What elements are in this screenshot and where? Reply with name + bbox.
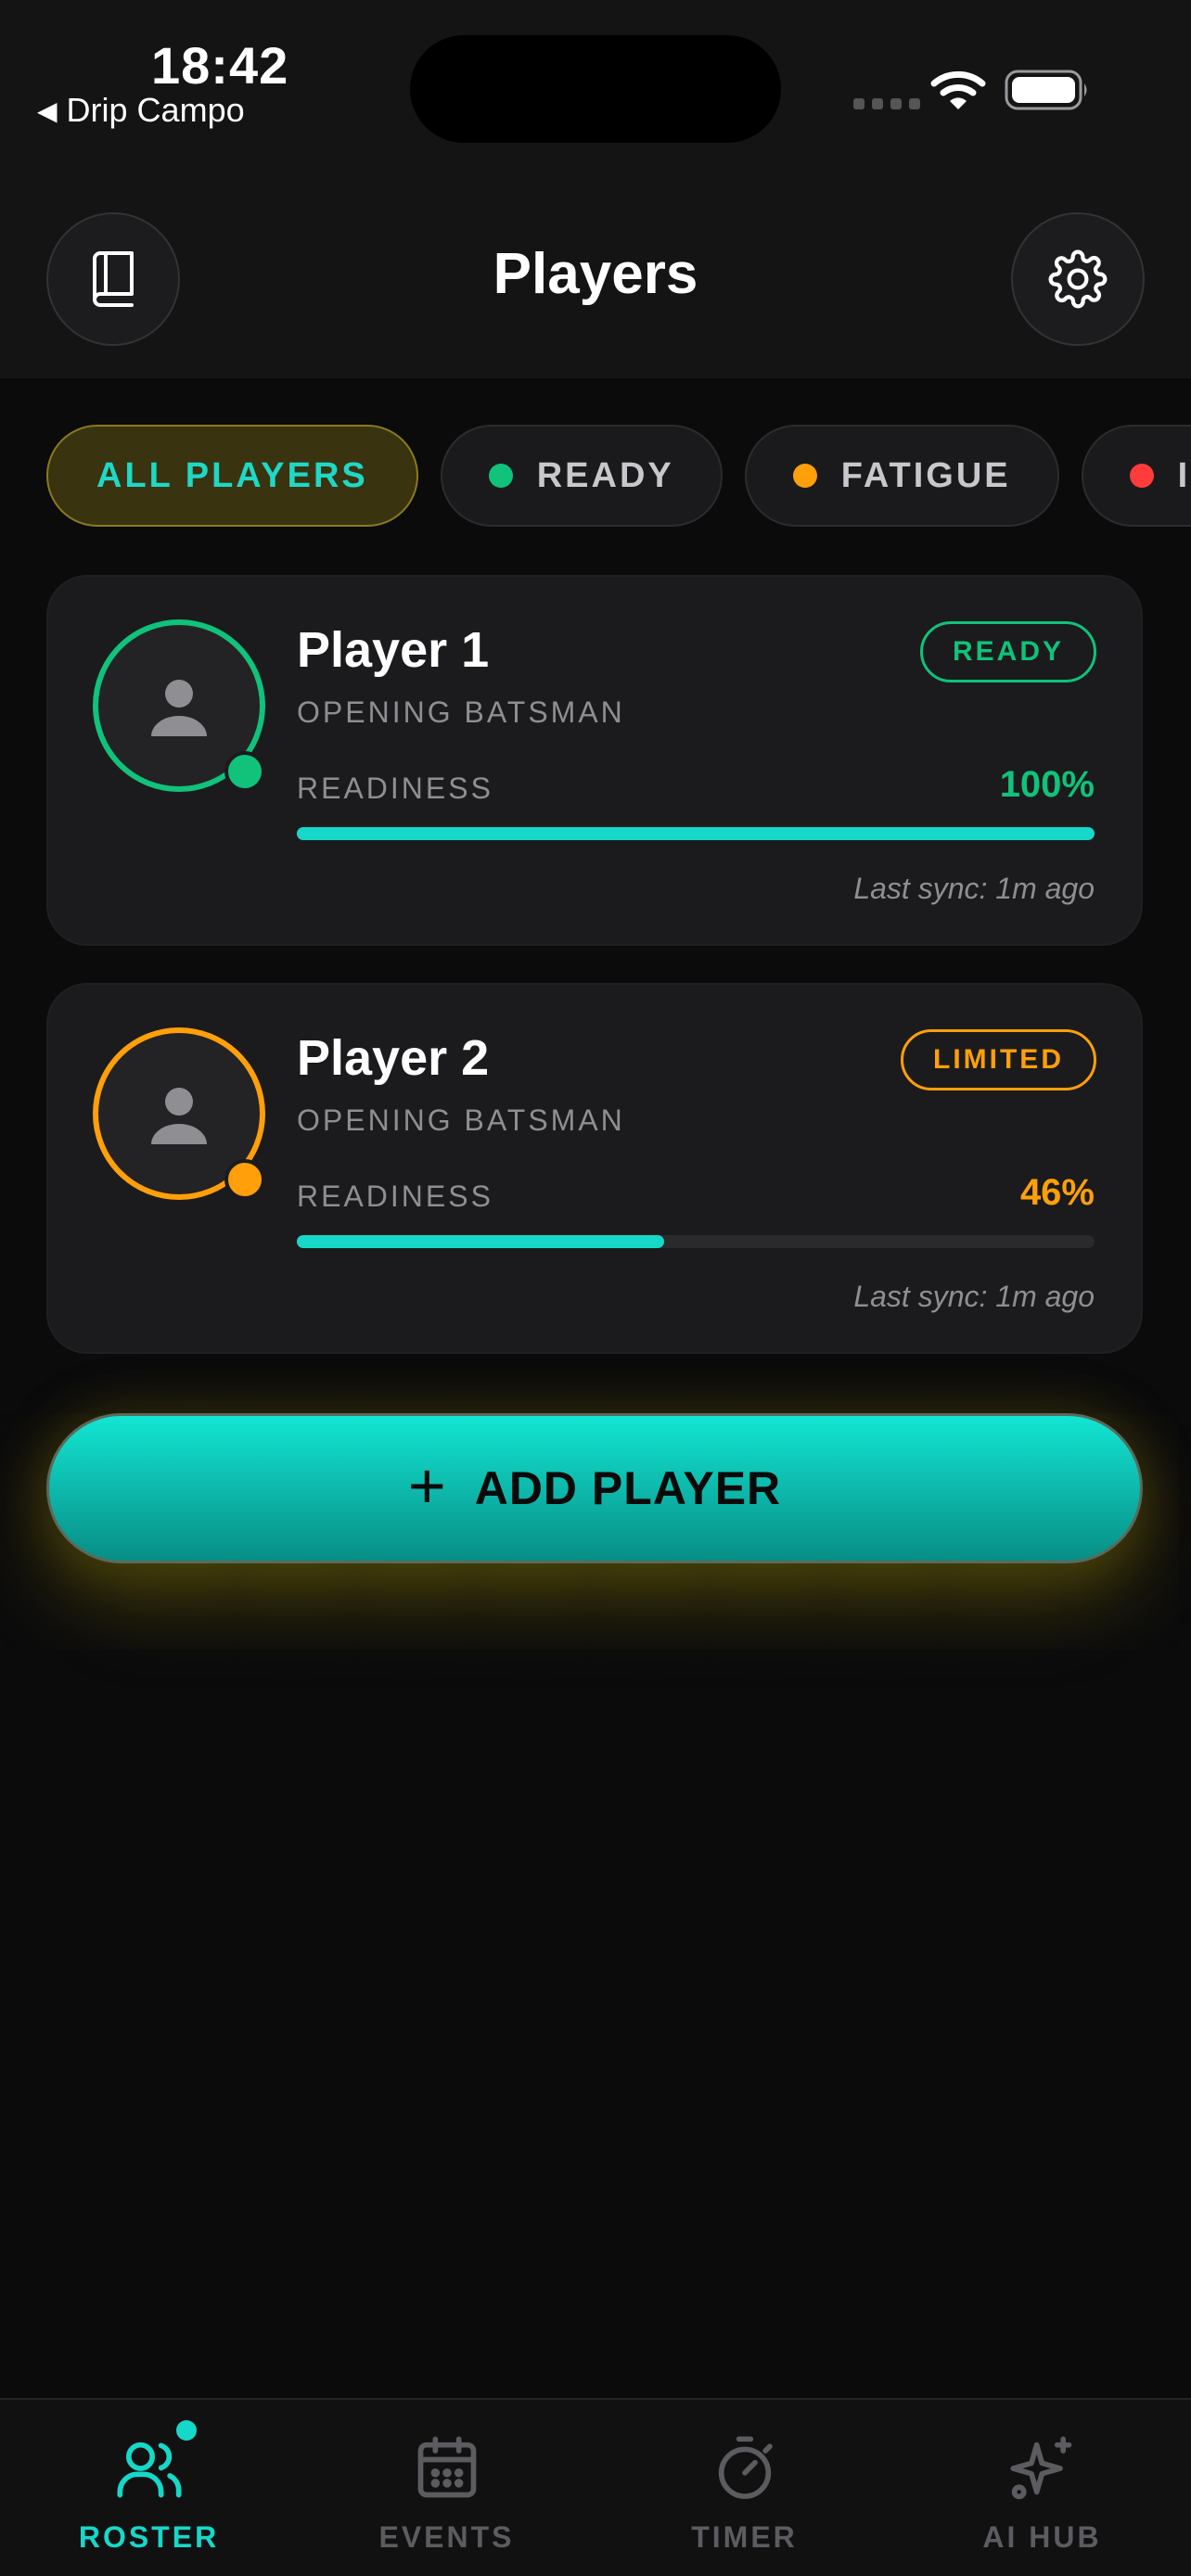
status-badge: LIMITED — [901, 1029, 1096, 1090]
readiness-label: READINESS — [297, 1180, 493, 1213]
gear-icon — [1048, 249, 1108, 309]
status-badge: READY — [919, 621, 1096, 682]
dynamic-island — [410, 35, 781, 143]
player-name: Player 2 — [297, 1030, 490, 1086]
filter-chip-ready[interactable]: READY — [440, 425, 723, 527]
filter-chip-label: INJURED — [1177, 455, 1191, 495]
readiness-value: 46% — [1019, 1172, 1095, 1213]
calendar-icon — [417, 2436, 476, 2498]
fatigue-dot-icon — [792, 464, 817, 488]
wifi-icon — [930, 70, 986, 109]
readiness-bar — [297, 1235, 1095, 1248]
status-indicator-dot — [224, 751, 265, 792]
plus-icon: + — [407, 1449, 447, 1522]
status-bar: 18:42 ◀ Drip Campo — [0, 0, 1191, 185]
status-time: 18:42 — [151, 36, 289, 95]
back-to-app-link[interactable]: ◀ Drip Campo — [37, 91, 245, 130]
filter-chip-all-players[interactable]: ALL PLAYERS — [46, 425, 418, 527]
tab-label: TIMER — [691, 2520, 798, 2554]
status-indicator-dot — [224, 1159, 265, 1200]
last-sync: Last sync: 1m ago — [853, 872, 1095, 905]
readiness-bar-fill — [297, 1235, 664, 1248]
person-icon — [151, 680, 207, 736]
tab-label: EVENTS — [378, 2520, 515, 2554]
readiness-value: 100% — [999, 764, 1095, 805]
filter-chip-label: ALL PLAYERS — [96, 455, 368, 495]
add-player-button[interactable]: + ADD PLAYER — [46, 1413, 1143, 1563]
player-role: OPENING BATSMAN — [297, 695, 625, 729]
settings-button[interactable] — [1011, 212, 1145, 346]
cellular-signal-icon — [853, 98, 920, 109]
player-name: Player 1 — [297, 622, 490, 678]
tab-events[interactable]: EVENTS — [298, 2400, 596, 2576]
filter-chip-injured[interactable]: INJURED — [1081, 425, 1191, 527]
sparkle-icon — [1009, 2436, 1071, 2500]
player-card[interactable]: Player 2 OPENING BATSMAN LIMITED READINE… — [46, 983, 1143, 1354]
tab-ai-hub[interactable]: AI HUB — [893, 2400, 1191, 2576]
person-icon — [151, 1088, 207, 1144]
app-header: Players — [0, 185, 1191, 378]
tab-label: AI HUB — [982, 2520, 1102, 2554]
player-role: OPENING BATSMAN — [297, 1103, 625, 1137]
player-card[interactable]: Player 1 OPENING BATSMAN READY READINESS… — [46, 575, 1143, 946]
injured-dot-icon — [1129, 464, 1154, 488]
back-triangle-icon: ◀ — [37, 96, 58, 125]
battery-icon — [1005, 70, 1087, 110]
last-sync: Last sync: 1m ago — [853, 1280, 1095, 1313]
back-app-label: Drip Campo — [66, 91, 245, 129]
ready-dot-icon — [488, 464, 513, 488]
tab-roster[interactable]: ROSTER — [0, 2400, 298, 2576]
tab-label: ROSTER — [78, 2520, 220, 2554]
filter-chips: ALL PLAYERS READY FATIGUE INJURED — [46, 425, 1191, 529]
filter-chip-fatigue[interactable]: FATIGUE — [744, 425, 1059, 527]
filter-chip-label: READY — [536, 455, 674, 495]
readiness-bar-fill — [297, 827, 1095, 840]
tab-bar: ROSTER EVENTS TIMER AI HUB — [0, 2398, 1191, 2576]
roster-notification-badge — [176, 2420, 197, 2441]
readiness-label: READINESS — [297, 772, 493, 805]
add-player-label: ADD PLAYER — [474, 1462, 782, 1514]
tab-timer[interactable]: TIMER — [596, 2400, 893, 2576]
readiness-bar — [297, 827, 1095, 840]
stopwatch-icon — [718, 2436, 773, 2499]
users-icon — [116, 2442, 182, 2498]
filter-chip-label: FATIGUE — [840, 455, 1011, 495]
